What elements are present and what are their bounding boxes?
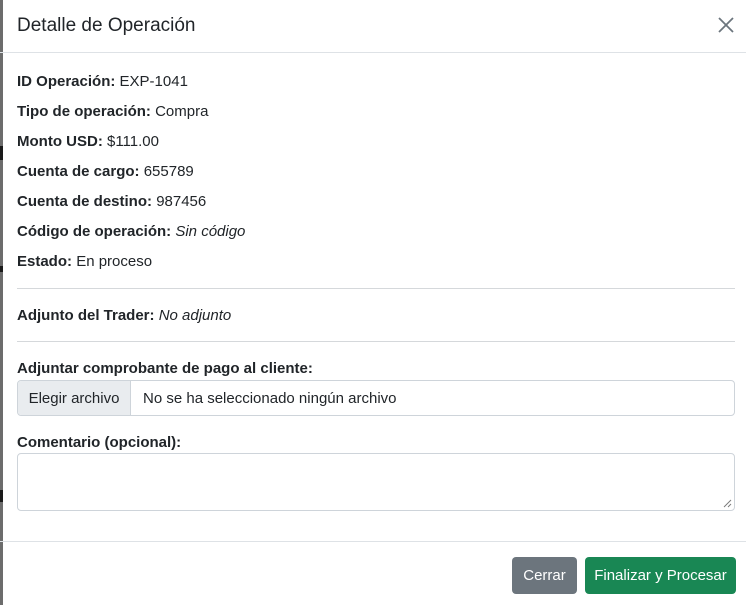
detail-value: Compra	[155, 103, 209, 120]
finalize-process-button[interactable]: Finalizar y Procesar	[585, 557, 736, 594]
close-button[interactable]	[714, 13, 738, 37]
cancel-button[interactable]: Cerrar	[512, 557, 577, 594]
trader-attachment: Adjunto del Trader: No adjunto	[17, 307, 231, 325]
backdrop-edge	[0, 0, 3, 605]
operation-detail-modal: Detalle de Operación ID Operación: EXP-1…	[0, 0, 746, 605]
detail-destination-account: Cuenta de destino: 987456	[17, 193, 206, 211]
detail-label: Cuenta de cargo:	[17, 163, 140, 180]
detail-operation-type: Tipo de operación: Compra	[17, 103, 208, 121]
close-icon	[718, 17, 734, 33]
detail-value: 987456	[156, 193, 207, 210]
backdrop-mark	[0, 146, 3, 160]
file-input[interactable]: Elegir archivo No se ha seleccionado nin…	[17, 380, 735, 416]
detail-charge-account: Cuenta de cargo: 655789	[17, 163, 194, 181]
detail-operation-code: Código de operación: Sin código	[17, 223, 245, 241]
detail-value: En proceso	[76, 253, 153, 270]
detail-label: Cuenta de destino:	[17, 193, 153, 210]
detail-label: Código de operación:	[17, 223, 172, 240]
trader-attachment-value: No adjunto	[158, 307, 232, 324]
detail-value: EXP-1041	[119, 73, 188, 90]
choose-file-button[interactable]: Elegir archivo	[18, 381, 131, 415]
upload-label-text: Adjuntar comprobante de pago al cliente:	[17, 360, 313, 377]
modal-header: Detalle de Operación	[0, 0, 746, 53]
upload-label: Adjuntar comprobante de pago al cliente:	[17, 360, 313, 378]
modal-title: Detalle de Operación	[17, 15, 196, 36]
detail-value: 655789	[143, 163, 194, 180]
file-status-text: No se ha seleccionado ningún archivo	[143, 389, 397, 407]
comment-textarea[interactable]	[17, 453, 735, 511]
backdrop-mark	[0, 490, 3, 502]
comment-label-text: Comentario (opcional):	[17, 434, 182, 451]
detail-status: Estado: En proceso	[17, 253, 152, 271]
detail-label: ID Operación:	[17, 73, 116, 90]
comment-label: Comentario (opcional):	[17, 434, 181, 452]
resize-grip-icon[interactable]	[723, 499, 732, 508]
modal-footer: Cerrar Finalizar y Procesar	[0, 541, 746, 605]
detail-label: Estado:	[17, 253, 73, 270]
detail-label: Tipo de operación:	[17, 103, 151, 120]
backdrop-mark	[0, 266, 3, 272]
detail-operation-id: ID Operación: EXP-1041	[17, 73, 188, 91]
detail-amount-usd: Monto USD: $111.00	[17, 133, 159, 151]
trader-attachment-label: Adjunto del Trader:	[17, 307, 155, 324]
detail-label: Monto USD:	[17, 133, 103, 150]
detail-value: $111.00	[106, 133, 159, 150]
detail-value: Sin código	[175, 223, 246, 240]
divider	[17, 288, 735, 289]
divider	[17, 341, 735, 342]
